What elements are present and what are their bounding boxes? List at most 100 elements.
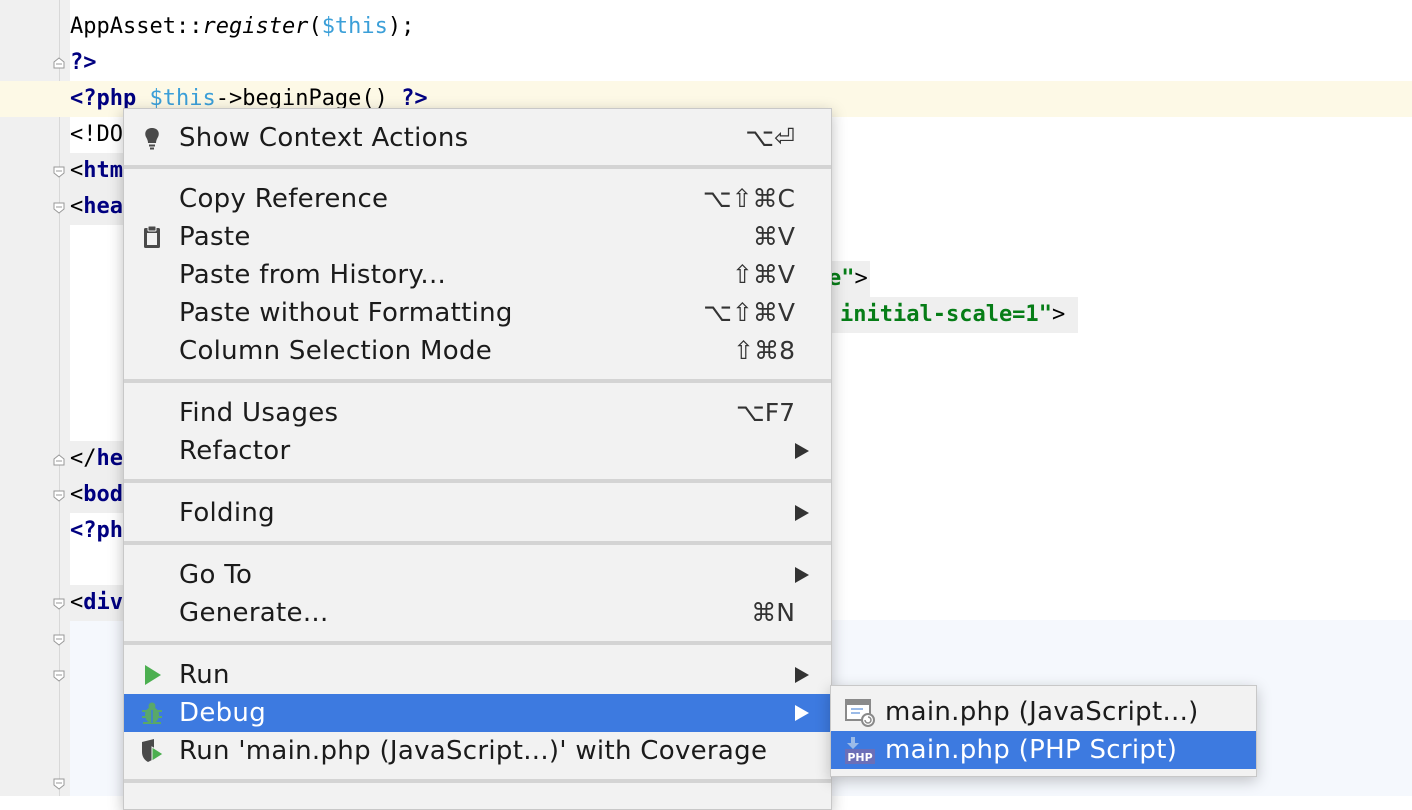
menu-item-label: Paste <box>179 222 251 252</box>
menu-item-refactor[interactable]: Refactor <box>124 432 831 470</box>
submenu-item-label: main.php (JavaScript...) <box>885 697 1199 727</box>
menu-item-debug[interactable]: Debug <box>124 694 831 732</box>
shortcut-label: ⌘V <box>752 222 795 251</box>
menu-item-label: Paste from History... <box>179 260 447 290</box>
code-token: " <box>1038 302 1052 327</box>
code-line[interactable]: initial-scale=1"> <box>840 297 1065 333</box>
menu-item-copy-reference[interactable]: Copy Reference ⌥⇧⌘C <box>124 180 831 218</box>
run-icon <box>140 663 164 687</box>
php-script-icon: PHP <box>843 735 875 765</box>
code-token: bod <box>83 482 123 507</box>
submenu-arrow-icon <box>795 443 809 459</box>
code-line[interactable]: e"> <box>828 261 868 297</box>
fold-start-icon[interactable] <box>53 598 65 610</box>
menu-item-generate[interactable]: Generate... ⌘N <box>124 594 831 632</box>
code-token: ); <box>387 14 415 39</box>
clipboard-icon <box>140 225 164 249</box>
menu-separator <box>124 641 831 645</box>
code-token: < <box>70 194 84 219</box>
submenu-item-label: main.php (PHP Script) <box>885 735 1178 765</box>
php-icon-text: PHP <box>847 751 872 764</box>
context-menu: Show Context Actions ⌥⏎ Copy Reference ⌥… <box>123 108 832 810</box>
menu-item-run-with-coverage[interactable]: Run 'main.php (JavaScript...)' with Cove… <box>124 732 831 770</box>
code-token: < <box>70 482 84 507</box>
code-line[interactable]: <htm <box>70 153 123 189</box>
code-token: $this <box>321 14 388 39</box>
code-line[interactable]: <hea <box>70 189 123 225</box>
submenu-arrow-icon <box>795 567 809 583</box>
code-token: he <box>96 446 124 471</box>
javascript-debug-icon <box>843 697 875 727</box>
menu-item-label: Folding <box>179 498 275 528</box>
code-line[interactable]: ?> <box>70 45 97 81</box>
shortcut-label: ⌘N <box>751 598 795 627</box>
code-token: initial-scale=1 <box>840 302 1039 327</box>
code-token: </ <box>70 446 97 471</box>
menu-item-label: Find Usages <box>179 398 339 428</box>
menu-item-go-to[interactable]: Go To <box>124 556 831 594</box>
fold-end-icon[interactable] <box>53 454 65 466</box>
code-token: hea <box>83 194 123 219</box>
code-line[interactable]: <?ph <box>70 513 123 549</box>
shortcut-label: ⌥⇧⌘V <box>703 298 795 327</box>
code-line[interactable]: <!DO <box>70 117 123 153</box>
shortcut-label: ⌥⏎ <box>745 123 795 152</box>
shortcut-label: ⇧⌘8 <box>733 336 795 365</box>
code-token: htm <box>83 158 123 183</box>
submenu-arrow-icon <box>795 505 809 521</box>
fold-start-icon[interactable] <box>53 670 65 682</box>
menu-item-folding[interactable]: Folding <box>124 494 831 532</box>
menu-item-find-usages[interactable]: Find Usages ⌥F7 <box>124 394 831 432</box>
menu-item-label: Refactor <box>179 436 291 466</box>
coverage-icon <box>140 739 164 763</box>
fold-start-icon[interactable] <box>53 166 65 178</box>
code-token: :: <box>175 14 203 39</box>
code-token: < <box>70 158 84 183</box>
menu-item-label: Paste without Formatting <box>179 298 513 328</box>
menu-item-column-selection-mode[interactable]: Column Selection Mode ⇧⌘8 <box>124 332 831 370</box>
menu-item-label: Run 'main.php (JavaScript...)' with Cove… <box>179 736 768 766</box>
menu-item-label: Generate... <box>179 598 329 628</box>
fold-start-icon[interactable] <box>53 202 65 214</box>
menu-separator <box>124 379 831 383</box>
submenu-arrow-icon <box>795 705 809 721</box>
code-line[interactable]: </he <box>70 441 123 477</box>
code-token: > <box>1051 302 1066 327</box>
code-token: < <box>70 590 84 615</box>
code-line[interactable]: AppAsset::register($this); <box>70 9 414 45</box>
submenu-item-main-php-javascript[interactable]: main.php (JavaScript...) <box>831 693 1256 731</box>
menu-item-show-context-actions[interactable]: Show Context Actions ⌥⏎ <box>124 119 831 157</box>
menu-item-run[interactable]: Run <box>124 656 831 694</box>
code-line[interactable]: <bod <box>70 477 123 513</box>
menu-separator <box>124 779 831 783</box>
menu-item-label: Column Selection Mode <box>179 336 493 366</box>
code-token: > <box>854 266 868 291</box>
shortcut-label: ⌥F7 <box>735 398 795 427</box>
lightbulb-icon <box>140 126 164 150</box>
submenu-arrow-icon <box>795 667 809 683</box>
fold-start-icon[interactable] <box>53 778 65 790</box>
code-token: div <box>83 590 123 615</box>
menu-item-label: Run <box>179 660 230 690</box>
shortcut-label: ⌥⇧⌘C <box>702 184 795 213</box>
fold-start-icon[interactable] <box>53 490 65 502</box>
fold-end-icon[interactable] <box>53 57 65 69</box>
shortcut-label: ⇧⌘V <box>731 260 795 289</box>
code-token: register <box>202 14 309 39</box>
menu-item-label: Debug <box>179 698 267 728</box>
debug-submenu: main.php (JavaScript...) PHP main.php (P… <box>830 685 1257 777</box>
menu-item-paste[interactable]: Paste ⌘V <box>124 218 831 256</box>
menu-item-paste-from-history[interactable]: Paste from History... ⇧⌘V <box>124 256 831 294</box>
submenu-item-main-php-php-script[interactable]: PHP main.php (PHP Script) <box>831 731 1256 769</box>
code-token: AppAsset <box>70 14 176 39</box>
menu-separator <box>124 479 831 483</box>
code-line[interactable]: <div <box>70 585 123 621</box>
menu-item-paste-without-formatting[interactable]: Paste without Formatting ⌥⇧⌘V <box>124 294 831 332</box>
menu-item-label: Copy Reference <box>179 184 389 214</box>
menu-item-label: Go To <box>179 560 253 590</box>
fold-start-icon[interactable] <box>53 634 65 646</box>
menu-separator <box>124 541 831 545</box>
menu-separator <box>124 165 831 169</box>
debug-bug-icon <box>140 701 164 725</box>
menu-item-label: Show Context Actions <box>179 123 469 153</box>
